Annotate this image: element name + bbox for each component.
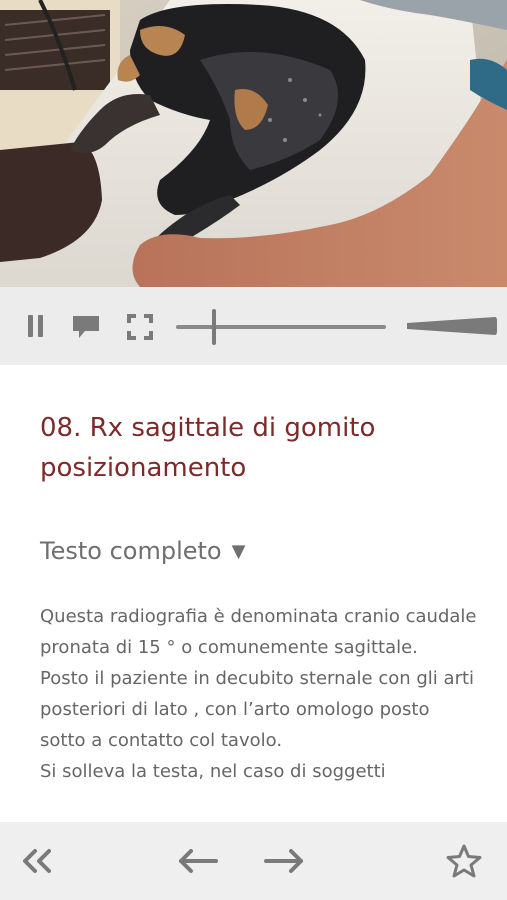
paragraph: Questa radiografia è denominata cranio c…: [40, 606, 477, 658]
first-page-button[interactable]: [14, 822, 62, 900]
comment-button[interactable]: [71, 314, 101, 340]
double-chevron-left-icon: [23, 849, 51, 873]
seek-thumb[interactable]: [212, 309, 216, 345]
next-button[interactable]: [258, 822, 310, 900]
arrow-right-icon: [264, 849, 303, 873]
seek-slider[interactable]: [176, 309, 388, 345]
paragraph: Posto il paziente in decubito sternale c…: [40, 668, 475, 751]
triangle-down-icon: ▼: [231, 541, 246, 562]
fullscreen-button[interactable]: [126, 313, 154, 341]
pause-button[interactable]: [24, 313, 48, 339]
arrow-left-icon: [179, 849, 218, 873]
article-body: Questa radiografia è denominata cranio c…: [40, 601, 480, 787]
bookmark-button[interactable]: [440, 822, 488, 900]
seek-track: [176, 325, 386, 329]
section-label: Testo completo: [40, 537, 222, 565]
full-text-toggle[interactable]: Testo completo ▼: [40, 533, 245, 570]
bottom-nav: [0, 822, 507, 900]
fullscreen-icon: [127, 314, 153, 340]
paragraph: Si solleva la testa, nel caso di soggett…: [40, 761, 386, 782]
comment-icon: [73, 316, 99, 338]
pause-icon: [28, 315, 43, 337]
player-controls: [0, 287, 507, 365]
video-frame: [0, 0, 507, 287]
video-player[interactable]: [0, 0, 507, 287]
volume-slider[interactable]: [407, 315, 497, 337]
page-title: 08. Rx sagittale di gomito posizionament…: [40, 413, 376, 483]
previous-button[interactable]: [172, 822, 224, 900]
volume-level: [407, 317, 497, 335]
star-icon: [446, 844, 482, 878]
